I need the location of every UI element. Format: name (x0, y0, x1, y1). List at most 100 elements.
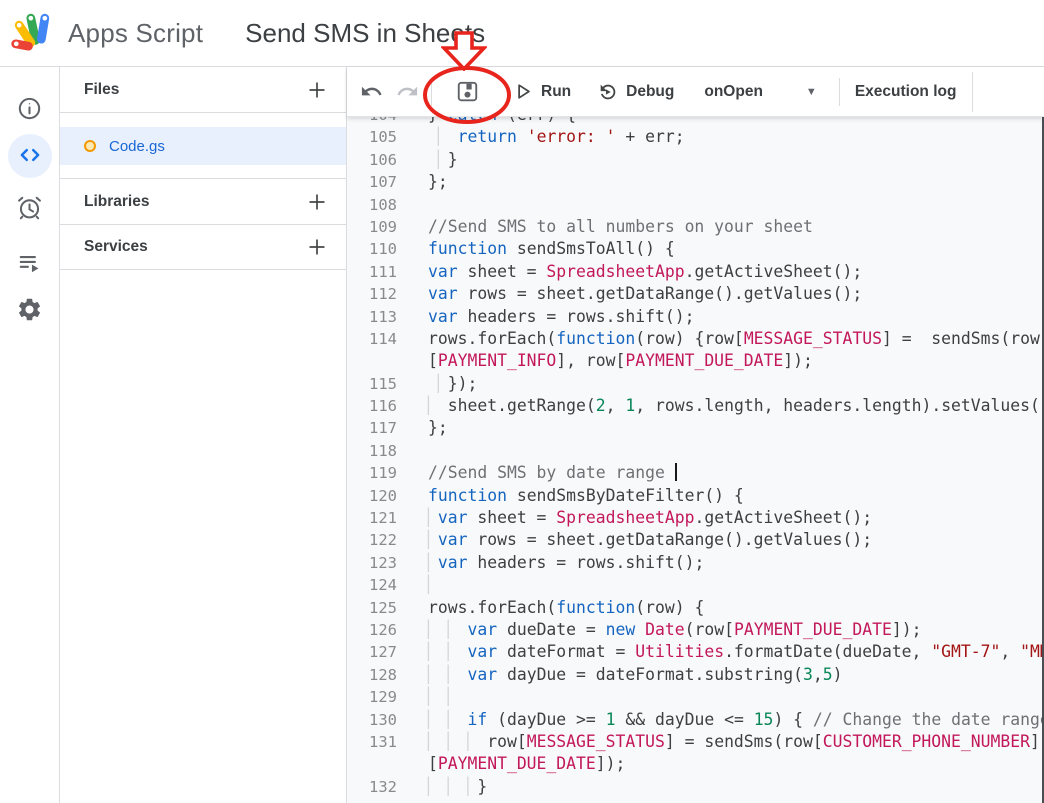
code-line[interactable]: 104} catch (err) { (347, 117, 1044, 126)
code-line[interactable]: 106 ▏} (347, 149, 1044, 171)
code-line[interactable]: 120function sendSmsByDateFilter() { (347, 485, 1044, 507)
code-line[interactable]: 116▏ sheet.getRange(2, 1, rows.length, h… (347, 395, 1044, 417)
code-token: PAYMENT_INFO (438, 351, 556, 370)
undo-button[interactable] (357, 74, 385, 110)
code-token: ) (833, 665, 843, 684)
code-token: var (467, 665, 497, 684)
code-line[interactable]: 128▏ ▏ var dayDue = dateFormat.substring… (347, 664, 1044, 686)
code-token: ▏ ▏ (428, 642, 467, 661)
code-token: //Send SMS to all numbers on your sheet (428, 217, 813, 236)
code-line[interactable]: 121▏var sheet = SpreadsheetApp.getActive… (347, 507, 1044, 529)
line-number[interactable]: 113 (347, 306, 397, 328)
code-line[interactable]: 129▏ ▏ (347, 686, 1044, 708)
code-line[interactable]: 115 ▏}); (347, 373, 1044, 395)
line-number[interactable]: 121 (347, 507, 397, 529)
line-number[interactable]: 117 (347, 417, 397, 439)
code-line[interactable]: 118 (347, 440, 1044, 462)
code-line[interactable]: [PAYMENT_INFO], row[PAYMENT_DUE_DATE]); (347, 350, 1044, 372)
code-line[interactable]: [PAYMENT_DUE_DATE]); (347, 753, 1044, 775)
code-editor[interactable]: 104} catch (err) {105 ▏ return 'error: '… (347, 117, 1044, 803)
line-number[interactable]: 128 (347, 664, 397, 686)
line-number[interactable]: 116 (347, 395, 397, 417)
code-token: ▏ (428, 374, 448, 393)
sidebar-item-executions[interactable] (8, 242, 52, 286)
line-number[interactable]: 127 (347, 641, 397, 663)
code-token: dueDate = (497, 620, 606, 639)
line-number[interactable]: 131 (347, 731, 397, 753)
line-number[interactable]: 114 (347, 328, 397, 350)
code-token: PAYMENT_DUE_DATE (625, 351, 783, 370)
line-number[interactable]: 110 (347, 238, 397, 260)
line-number[interactable]: 118 (347, 440, 397, 462)
code-token: ▏ (428, 396, 448, 415)
run-button[interactable]: Run (513, 81, 571, 102)
add-file-button[interactable] (302, 75, 332, 105)
code-line[interactable]: 108 (347, 194, 1044, 216)
line-number[interactable]: 106 (347, 149, 397, 171)
line-number[interactable]: 111 (347, 261, 397, 283)
sidebar-item-editor[interactable] (8, 134, 52, 178)
code-line[interactable]: 125rows.forEach(function(row) { (347, 597, 1044, 619)
code-line[interactable]: 112var rows = sheet.getDataRange().getVa… (347, 283, 1044, 305)
line-number[interactable]: 125 (347, 597, 397, 619)
code-line[interactable]: 109 //Send SMS to all numbers on your she… (347, 216, 1044, 238)
file-item-code-gs[interactable]: Code.gs (60, 127, 346, 165)
line-number[interactable]: 122 (347, 529, 397, 551)
code-line[interactable]: 126▏ ▏ var dueDate = new Date(row[PAYMEN… (347, 619, 1044, 641)
code-token: sheet = (458, 262, 547, 281)
services-row: Services (60, 224, 346, 270)
line-number[interactable]: 123 (347, 552, 397, 574)
sidebar-item-overview[interactable] (8, 88, 52, 132)
code-line[interactable]: 105 ▏ return 'error: ' + err; (347, 126, 1044, 148)
code-line[interactable]: 110function sendSmsToAll() { (347, 238, 1044, 260)
sidebar-item-triggers[interactable] (8, 187, 52, 231)
sidebar-item-settings[interactable] (8, 289, 52, 333)
line-number[interactable]: 126 (347, 619, 397, 641)
code-line[interactable]: 119//Send SMS by date range (347, 462, 1044, 484)
execution-log-button[interactable]: Execution log (855, 83, 957, 101)
code-line[interactable]: 117}; (347, 417, 1044, 439)
line-number[interactable]: 109 (347, 216, 397, 238)
save-button[interactable] (449, 74, 485, 110)
debug-button[interactable]: Debug (597, 81, 674, 103)
code-line[interactable]: 113var headers = rows.shift(); (347, 306, 1044, 328)
code-line[interactable]: 107}; (347, 171, 1044, 193)
code-line-text: ▏ ▏ if (dayDue >= 1 && dayDue <= 15) { /… (428, 710, 1044, 729)
code-line[interactable]: 114rows.forEach(function(row) {row[MESSA… (347, 328, 1044, 350)
code-token: ▏ ▏ (428, 710, 467, 729)
nav-rail (0, 67, 60, 803)
redo-button[interactable] (393, 74, 421, 110)
code-token: 5 (823, 665, 833, 684)
code-line[interactable]: 124▏ (347, 574, 1044, 596)
line-number[interactable]: 104 (347, 117, 397, 126)
line-number[interactable]: 120 (347, 485, 397, 507)
code-line[interactable]: 131▏ ▏ ▏ row[MESSAGE_STATUS] = sendSms(r… (347, 731, 1044, 753)
line-number[interactable]: 115 (347, 373, 397, 395)
line-number[interactable]: 105 (347, 126, 397, 148)
line-number[interactable]: 119 (347, 462, 397, 484)
project-title[interactable]: Send SMS in Sheets (245, 18, 485, 49)
code-line[interactable]: 132▏ ▏ ▏} (347, 776, 1044, 798)
executions-icon (17, 250, 43, 279)
line-number[interactable]: 112 (347, 283, 397, 305)
add-library-button[interactable] (302, 187, 332, 217)
code-token: MESSAGE_STATUS (744, 329, 882, 348)
line-number[interactable]: 124 (347, 574, 397, 596)
code-line[interactable]: 130 ▏ ▏ if (dayDue >= 1 && dayDue <= 15) … (347, 709, 1044, 731)
function-selector[interactable]: onOpen ▼ (704, 83, 816, 101)
line-number[interactable]: 129 (347, 686, 397, 708)
code-line[interactable]: 123▏var headers = rows.shift(); (347, 552, 1044, 574)
code-token: if (467, 710, 487, 729)
apps-script-ide: Apps Script Send SMS in Sheets (0, 0, 1044, 803)
line-number[interactable]: 107 (347, 171, 397, 193)
code-line[interactable]: 111var sheet = SpreadsheetApp.getActiveS… (347, 261, 1044, 283)
line-number[interactable]: 132 (347, 776, 397, 798)
code-line[interactable]: 127▏ ▏ var dateFormat = Utilities.format… (347, 641, 1044, 663)
line-number[interactable]: 130 (347, 709, 397, 731)
add-service-button[interactable] (302, 232, 332, 262)
code-token: ]); (596, 754, 626, 773)
unsaved-dot-icon (84, 140, 96, 152)
code-token: ] = sendSms(row[ (665, 732, 823, 751)
code-line[interactable]: 122▏var rows = sheet.getDataRange().getV… (347, 529, 1044, 551)
line-number[interactable]: 108 (347, 194, 397, 216)
